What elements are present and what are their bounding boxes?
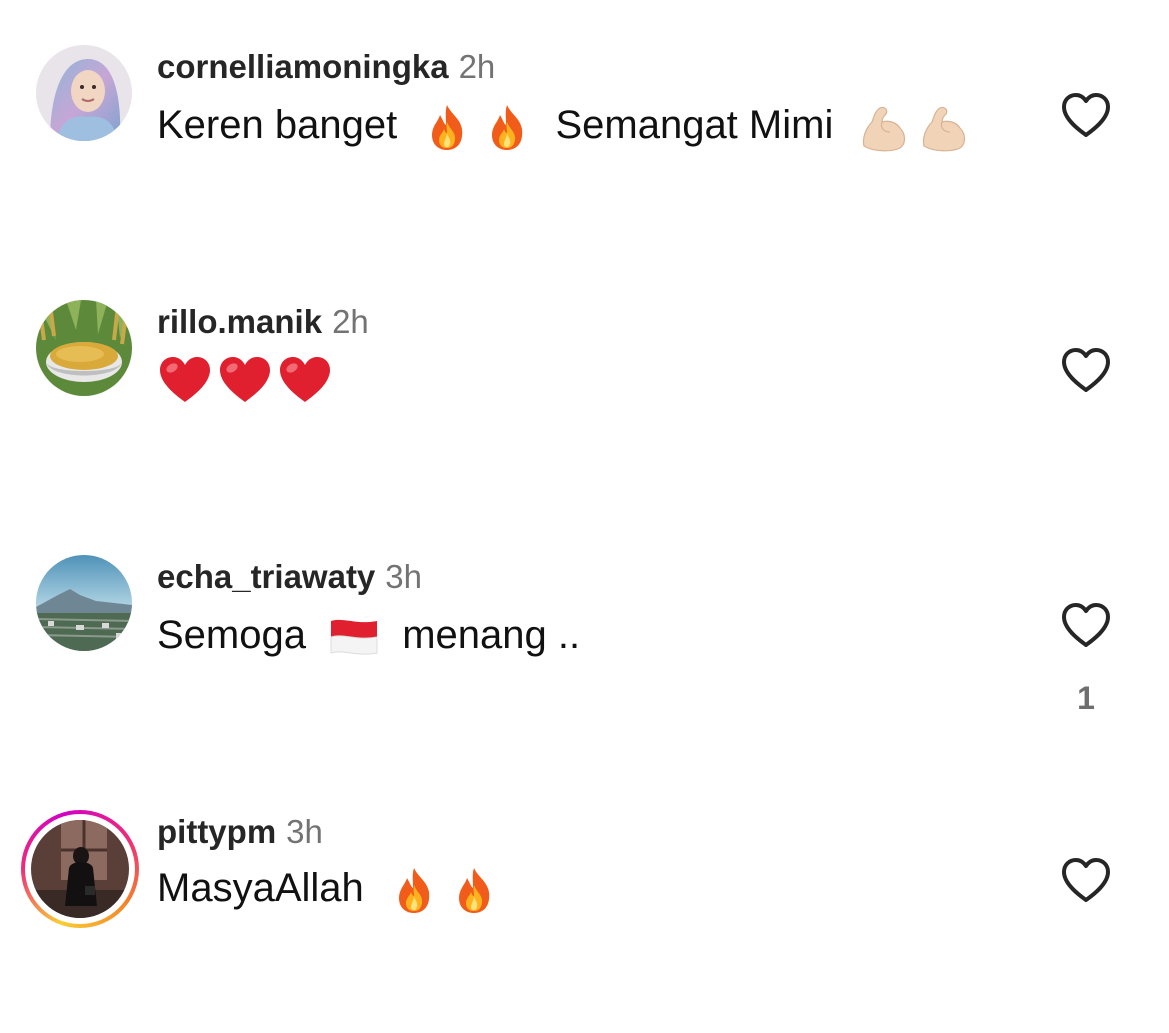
avatar[interactable]: [36, 300, 132, 396]
flag-indonesia-icon: [329, 617, 379, 657]
red-heart-icon: [217, 355, 273, 405]
heart-outline-icon: [1062, 858, 1110, 902]
red-heart-icon: [277, 355, 333, 405]
timestamp: 3h: [385, 558, 423, 595]
comment-text: MasyaAllah: [157, 863, 499, 915]
comment-text: Keren banget Semangat Mimi: [157, 100, 970, 152]
story-ring[interactable]: [21, 810, 139, 928]
comment-text: [157, 353, 333, 405]
like-count[interactable]: 1: [1060, 680, 1112, 717]
comment-text: Semoga menang ..: [157, 610, 580, 660]
story-ring-gap: [25, 814, 135, 924]
avatar[interactable]: [31, 820, 129, 918]
comment-item: cornelliamoningka 2h Keren banget Semanga…: [0, 0, 1169, 255]
like-button[interactable]: [1060, 92, 1112, 138]
comment-text-part: Semoga: [157, 613, 306, 657]
flexed-biceps-icon: [858, 102, 910, 152]
like-button[interactable]: [1060, 347, 1112, 393]
comment-text-part: MasyaAllah: [157, 866, 364, 910]
timestamp: 3h: [286, 813, 323, 850]
username[interactable]: echa_triawaty: [157, 558, 375, 595]
comment-text-part: menang ..: [402, 613, 581, 657]
like-button[interactable]: [1060, 857, 1112, 903]
comment-text-part: Keren banget: [157, 103, 398, 147]
comment-meta: cornelliamoningka 2h: [157, 47, 495, 87]
comment-meta: echa_triawaty 3h: [157, 557, 422, 597]
heart-outline-icon: [1062, 348, 1110, 392]
fire-icon: [422, 102, 472, 152]
heart-outline-icon: [1062, 603, 1110, 647]
fire-icon: [449, 865, 499, 915]
flexed-biceps-icon: [918, 102, 970, 152]
comment-item: pittypm 3h MasyaAllah: [0, 0, 1169, 928]
timestamp: 2h: [458, 48, 496, 85]
username[interactable]: rillo.manik: [157, 303, 322, 340]
username[interactable]: pittypm: [157, 813, 276, 850]
avatar[interactable]: [36, 45, 132, 141]
comment-text-part: Semangat Mimi: [555, 103, 834, 147]
username[interactable]: cornelliamoningka: [157, 48, 449, 85]
comment-meta: pittypm 3h: [157, 812, 323, 852]
fire-icon: [389, 865, 439, 915]
like-button[interactable]: [1060, 602, 1112, 648]
avatar[interactable]: [36, 555, 132, 651]
heart-outline-icon: [1062, 93, 1110, 137]
fire-icon: [482, 102, 532, 152]
comment-meta: rillo.manik 2h: [157, 302, 369, 342]
red-heart-icon: [157, 355, 213, 405]
timestamp: 2h: [332, 303, 369, 340]
